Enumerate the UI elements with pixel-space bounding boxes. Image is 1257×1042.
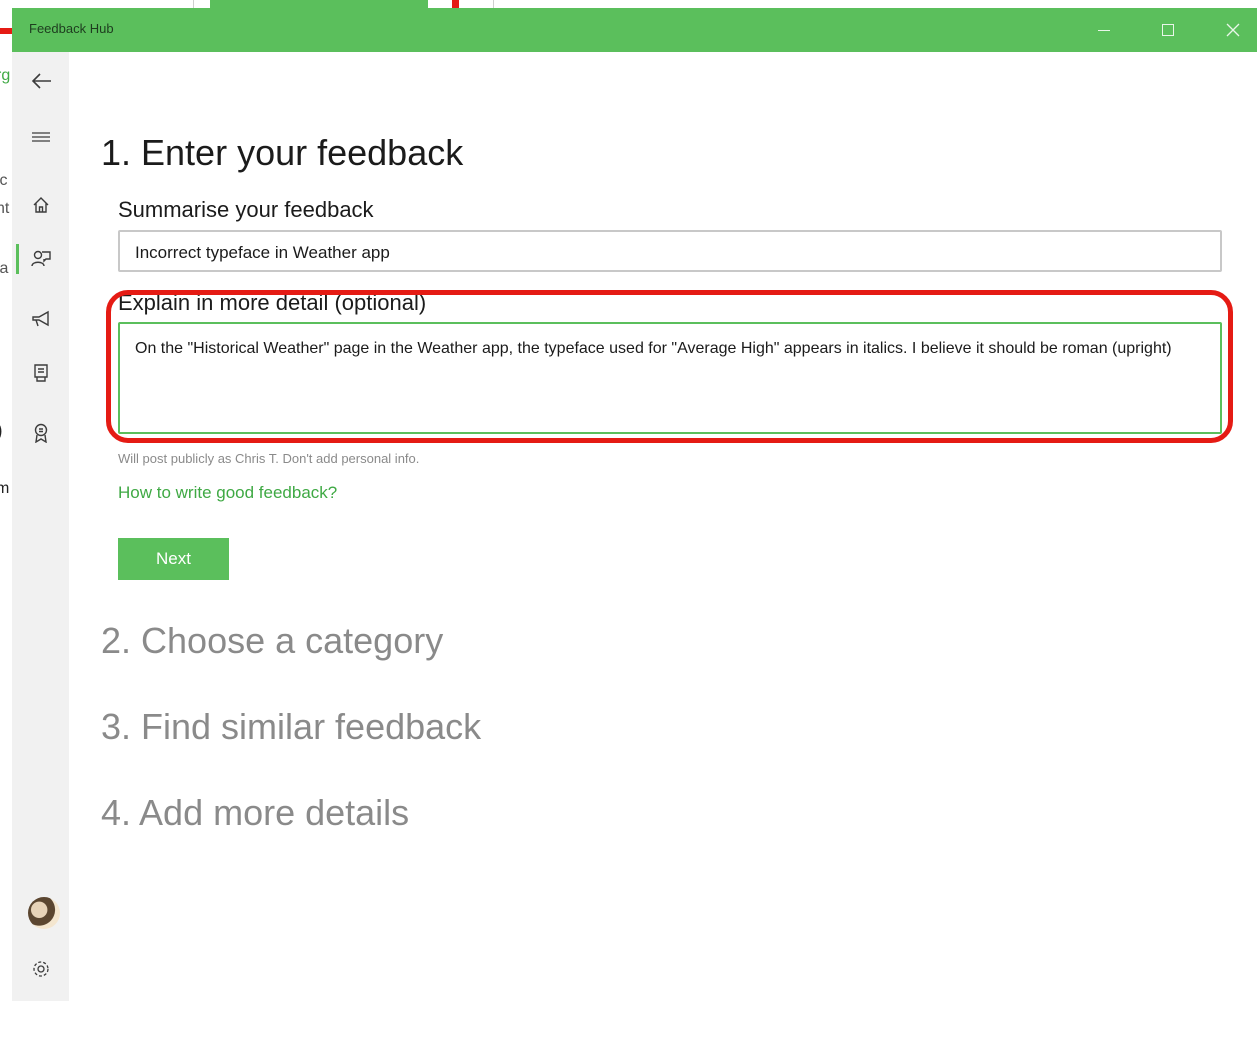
minimize-button[interactable] xyxy=(1086,16,1122,44)
step4-heading[interactable]: 4. Add more details xyxy=(101,792,409,834)
background-window-edge: rg ic nt la ) m xyxy=(0,52,12,1001)
nav-announcements[interactable] xyxy=(26,304,56,334)
nav-feedback[interactable] xyxy=(26,244,56,274)
background-text-fragment: ic xyxy=(0,172,8,189)
background-text-fragment: m xyxy=(0,480,10,497)
back-arrow-icon xyxy=(31,73,51,89)
megaphone-icon xyxy=(32,310,49,327)
title-bar[interactable]: Feedback Hub xyxy=(12,8,1257,52)
window-title: Feedback Hub xyxy=(29,21,114,36)
nav-home[interactable] xyxy=(26,190,56,220)
summary-input[interactable]: Incorrect typeface in Weather app xyxy=(118,230,1222,272)
maximize-button[interactable] xyxy=(1150,16,1186,44)
how-to-write-link[interactable]: How to write good feedback? xyxy=(118,483,337,503)
background-divider xyxy=(193,0,194,8)
background-text-fragment: la xyxy=(0,260,9,277)
home-icon xyxy=(33,197,49,213)
privacy-helper-text: Will post publicly as Chris T. Don't add… xyxy=(118,451,420,466)
badge-icon xyxy=(34,423,48,443)
maximize-icon xyxy=(1162,24,1174,36)
quests-icon xyxy=(34,364,48,382)
nav-quests[interactable] xyxy=(26,358,56,388)
summary-label: Summarise your feedback xyxy=(118,197,374,222)
gear-icon xyxy=(33,961,49,977)
menu-button[interactable] xyxy=(26,122,56,152)
nav-achievements[interactable] xyxy=(26,418,56,448)
step3-heading[interactable]: 3. Find similar feedback xyxy=(101,706,481,748)
feedback-form: 1. Enter your feedback Summarise your fe… xyxy=(69,52,1257,1001)
detail-textarea[interactable]: On the "Historical Weather" page in the … xyxy=(118,322,1222,434)
feedback-icon xyxy=(31,250,51,267)
step2-heading[interactable]: 2. Choose a category xyxy=(101,620,443,662)
background-text-fragment: rg xyxy=(0,67,11,84)
background-text-fragment: ) xyxy=(0,420,3,443)
feedback-hub-window: Feedback Hub 1. Enter your feedback Summ… xyxy=(12,8,1257,1001)
detail-label: Explain in more detail (optional) xyxy=(118,290,427,315)
avatar[interactable] xyxy=(28,897,60,929)
step1-heading: 1. Enter your feedback xyxy=(101,132,464,173)
background-window-strip xyxy=(0,0,1257,8)
next-button[interactable]: Next xyxy=(118,538,229,580)
back-button[interactable] xyxy=(26,66,56,96)
background-text-fragment: nt xyxy=(0,200,10,217)
close-icon xyxy=(1226,23,1240,37)
minimize-icon xyxy=(1098,29,1110,31)
hamburger-icon xyxy=(32,132,50,142)
close-button[interactable] xyxy=(1215,16,1251,44)
navigation-rail xyxy=(12,52,69,1001)
settings-button[interactable] xyxy=(26,954,56,984)
background-active-tab xyxy=(210,0,428,8)
background-divider xyxy=(493,0,494,8)
active-indicator xyxy=(16,244,19,274)
